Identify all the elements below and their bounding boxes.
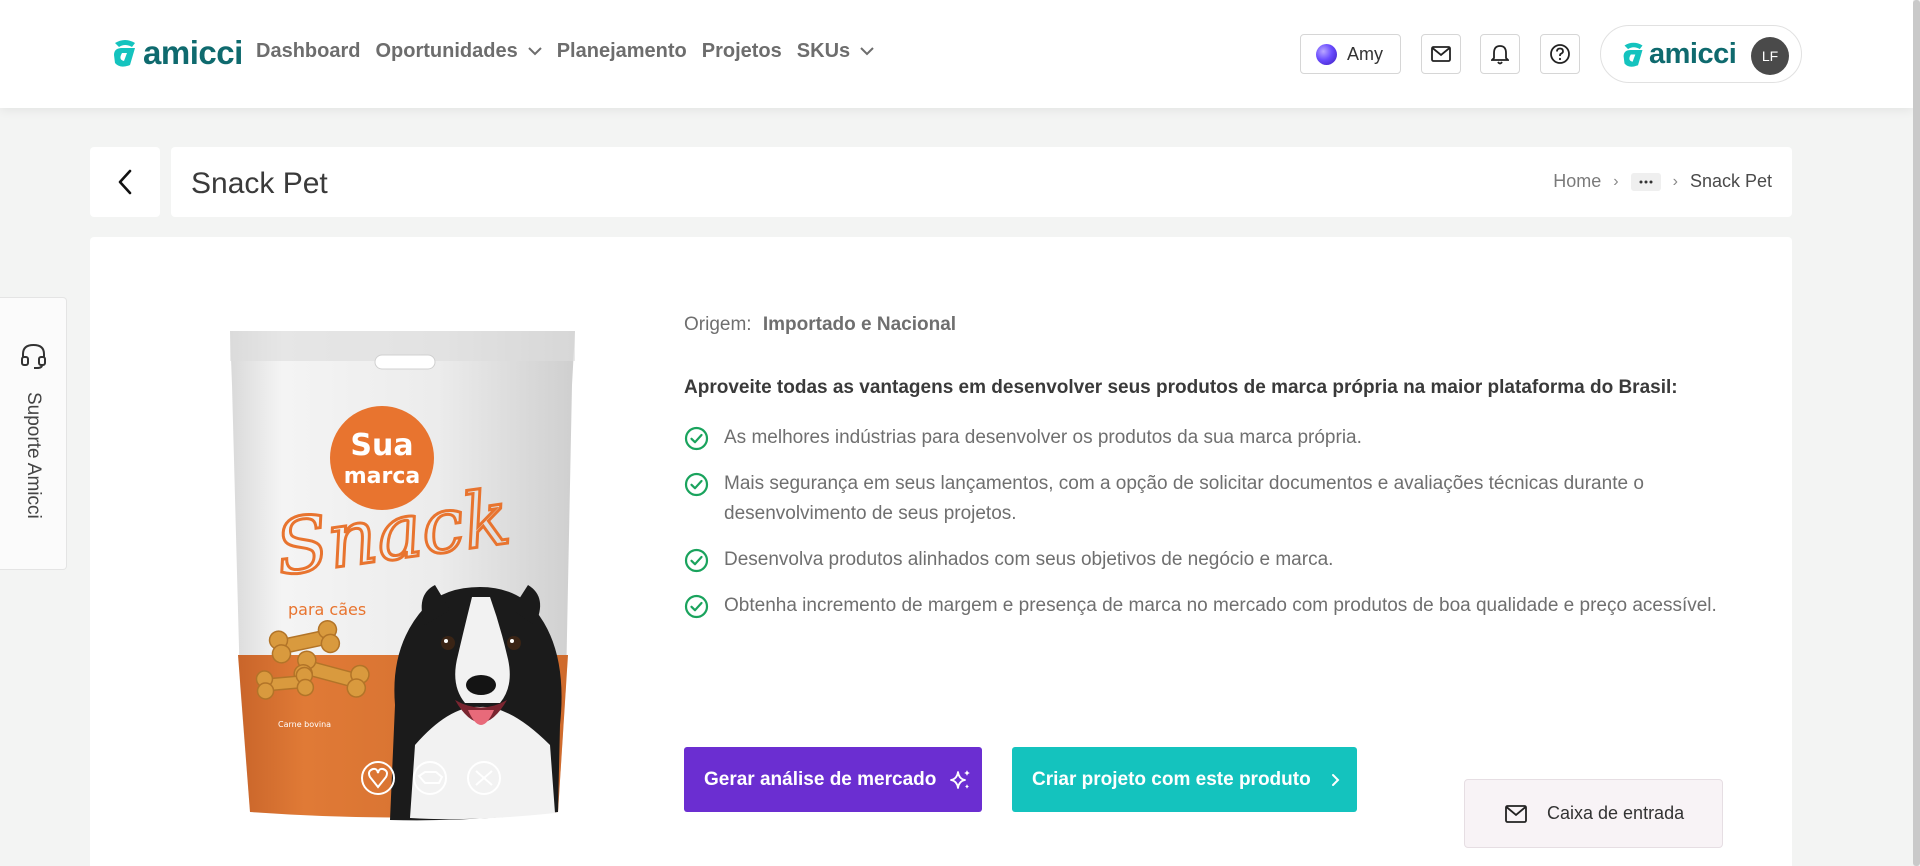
breadcrumb: Home › › Snack Pet — [1553, 171, 1772, 192]
breadcrumb-more-button[interactable] — [1630, 172, 1661, 191]
nav-oportunidades[interactable]: Oportunidades — [375, 40, 542, 63]
support-tab[interactable]: Suporte Amicci — [0, 297, 67, 570]
page-title: Snack Pet — [191, 167, 328, 200]
sparkles-icon — [950, 769, 971, 789]
market-analysis-button[interactable]: Gerar análise de mercado — [684, 747, 982, 812]
headset-icon — [21, 343, 46, 369]
market-analysis-label: Gerar análise de mercado — [704, 768, 937, 790]
mail-icon — [1431, 46, 1451, 62]
notifications-button[interactable] — [1480, 34, 1520, 74]
breadcrumb-current: Snack Pet — [1689, 171, 1772, 191]
inbox-label: Caixa de entrada — [1547, 803, 1685, 823]
product-image: Sua marca Snack para cães Carne bovina — [230, 331, 575, 821]
origin-info: Origem: Importado e Nacional — [684, 314, 956, 336]
logo-wordmark: amicci — [143, 34, 243, 71]
amy-assistant-button[interactable]: Amy — [1300, 34, 1401, 74]
inbox-button[interactable]: Caixa de entrada — [1464, 779, 1723, 848]
brand-wordmark: amicci — [1649, 38, 1737, 70]
nav-dashboard[interactable]: Dashboard — [256, 40, 360, 63]
origin-value: Importado e Nacional — [762, 314, 957, 335]
benefit-text: Desenvolva produtos alinhados com seus o… — [724, 549, 1334, 570]
list-item: Mais segurança em seus lançamentos, com … — [684, 472, 1724, 529]
nav-dashboard-label: Dashboard — [256, 40, 361, 62]
top-navigation-bar: amicci Dashboard Oportunidades Planejame… — [0, 0, 1913, 108]
nav-skus-label: SKUs — [796, 40, 851, 62]
origin-label: Origem: — [684, 314, 752, 335]
create-project-button[interactable]: Criar projeto com este produto — [1012, 747, 1357, 812]
nav-planejamento-label: Planejamento — [556, 40, 687, 62]
product-detail-card: Sua marca Snack para cães Carne bovina O… — [90, 237, 1792, 866]
chevron-right-icon — [1331, 773, 1340, 786]
create-project-label: Criar projeto com este produto — [1032, 768, 1311, 790]
breadcrumb-home[interactable]: Home — [1553, 171, 1601, 192]
avatar[interactable]: LF — [1751, 37, 1789, 75]
amicci-logo-icon — [1623, 42, 1643, 67]
bell-icon — [1491, 44, 1509, 64]
nav-projetos-label: Projetos — [701, 40, 782, 62]
benefit-text: Obtenha incremento de margem e presença … — [724, 595, 1717, 616]
chevron-down-icon — [527, 47, 542, 56]
benefits-headline: Aproveite todas as vantagens em desenvol… — [684, 377, 1678, 398]
more-horizontal-icon — [1639, 180, 1653, 183]
page-scrollbar[interactable] — [1913, 0, 1920, 866]
scrollbar-thumb[interactable] — [1913, 0, 1920, 866]
messages-button[interactable] — [1421, 34, 1461, 74]
check-circle-icon — [684, 426, 709, 451]
check-circle-icon — [684, 472, 709, 497]
client-brand-logo: amicci — [1620, 38, 1737, 71]
benefit-text: As melhores indústrias para desenvolver … — [724, 427, 1362, 448]
list-item: As melhores indústrias para desenvolver … — [684, 426, 1724, 453]
page-header: Snack Pet Home › › Snack Pet — [171, 147, 1792, 217]
check-circle-icon — [684, 594, 709, 619]
nav-planejamento[interactable]: Planejamento — [557, 40, 687, 63]
nav-projetos[interactable]: Projetos — [702, 40, 782, 63]
amicci-logo[interactable]: amicci — [110, 34, 243, 72]
account-menu[interactable]: amicci LF — [1600, 25, 1802, 83]
amy-label: Amy — [1347, 43, 1383, 64]
help-button[interactable] — [1540, 34, 1580, 74]
breadcrumb-separator: › — [1672, 172, 1678, 190]
mail-icon — [1505, 804, 1527, 823]
support-label: Suporte Amicci — [23, 392, 44, 519]
nav-skus[interactable]: SKUs — [797, 40, 874, 63]
breadcrumb-separator: › — [1613, 172, 1619, 190]
amicci-logo-icon — [114, 40, 135, 67]
help-icon — [1550, 44, 1570, 64]
check-circle-icon — [684, 548, 709, 573]
chevron-down-icon — [860, 47, 874, 56]
list-item: Desenvolva produtos alinhados com seus o… — [684, 548, 1724, 575]
benefits-list: As melhores indústrias para desenvolver … — [684, 426, 1724, 641]
package-flavor: Carne bovina — [278, 720, 331, 729]
package-subtitle: para cães — [288, 600, 366, 619]
main-nav: Dashboard Oportunidades Planejamento Pro… — [256, 40, 889, 63]
back-button[interactable] — [90, 147, 160, 217]
benefit-text: Mais segurança em seus lançamentos, com … — [724, 473, 1644, 524]
list-item: Obtenha incremento de margem e presença … — [684, 594, 1724, 621]
nav-oportunidades-label: Oportunidades — [375, 40, 518, 62]
amy-orb-icon — [1316, 43, 1337, 65]
package-brand-line1: Sua — [350, 428, 413, 463]
chevron-left-icon — [118, 169, 132, 195]
